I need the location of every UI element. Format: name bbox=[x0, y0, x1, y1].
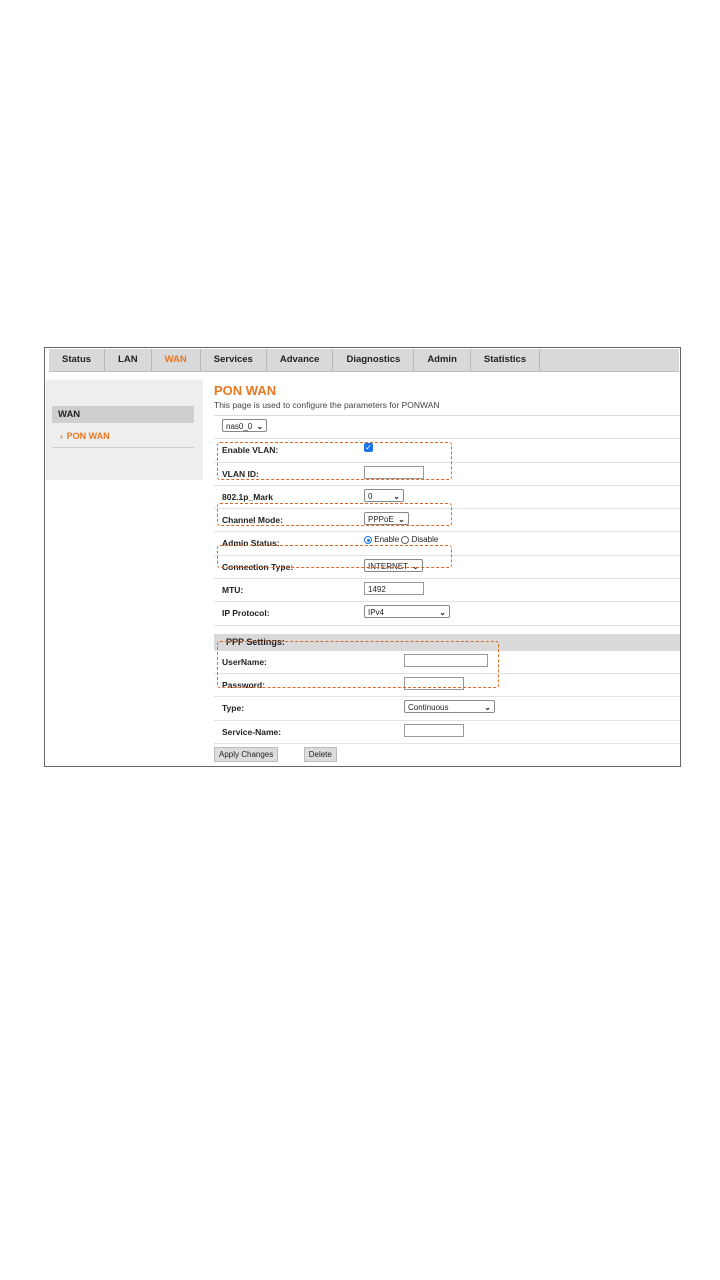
type-select[interactable]: Continuous ⌄ bbox=[404, 700, 495, 714]
service-name-row: Service-Name: bbox=[214, 721, 680, 744]
interface-row: nas0_0 ⌄ bbox=[214, 416, 680, 440]
highlight-channel-mode-box bbox=[217, 503, 452, 526]
page-title: PON WAN bbox=[214, 383, 277, 398]
highlight-connection-type-box bbox=[217, 545, 452, 568]
tab-diagnostics[interactable]: Diagnostics bbox=[333, 349, 415, 371]
admin-disable-label: Disable bbox=[411, 535, 439, 545]
sidebar: WAN › PON WAN bbox=[46, 380, 203, 480]
mark-label: 802.1p_Mark bbox=[222, 491, 274, 502]
tab-lan[interactable]: LAN bbox=[105, 349, 152, 371]
chevron-down-icon: ⌄ bbox=[393, 491, 400, 501]
type-row: Type: Continuous ⌄ bbox=[214, 697, 680, 721]
top-navigation: Status LAN WAN Services Advance Diagnost… bbox=[49, 349, 679, 372]
ip-protocol-label: IP Protocol: bbox=[222, 608, 270, 619]
chevron-down-icon: ⌄ bbox=[439, 608, 446, 618]
tab-admin[interactable]: Admin bbox=[414, 349, 471, 371]
ip-protocol-row: IP Protocol: IPv4 ⌄ bbox=[214, 602, 680, 626]
interface-select[interactable]: nas0_0 ⌄ bbox=[222, 419, 268, 432]
tab-wan[interactable]: WAN bbox=[152, 349, 201, 371]
router-config-screenshot: Status LAN WAN Services Advance Diagnost… bbox=[44, 347, 681, 767]
sidebar-divider bbox=[52, 447, 194, 448]
mtu-row: MTU: 1492 bbox=[214, 579, 680, 603]
service-name-input[interactable] bbox=[404, 723, 464, 737]
tab-services[interactable]: Services bbox=[201, 349, 267, 371]
ip-protocol-select[interactable]: IPv4 ⌄ bbox=[364, 605, 450, 619]
highlight-vlan-box bbox=[217, 442, 452, 480]
admin-enable-radio[interactable] bbox=[364, 536, 372, 545]
sidebar-item-pon-wan[interactable]: › PON WAN bbox=[60, 431, 110, 441]
chevron-right-icon: › bbox=[60, 432, 63, 441]
page-description: This page is used to configure the param… bbox=[214, 400, 440, 410]
delete-button[interactable]: Delete bbox=[303, 747, 337, 762]
main-content: PON WAN This page is used to configure t… bbox=[214, 383, 680, 762]
form-buttons: Apply Changes Delete bbox=[214, 744, 358, 762]
mtu-label: MTU: bbox=[222, 585, 244, 596]
sidebar-group-wan: WAN bbox=[52, 406, 194, 423]
chevron-down-icon: ⌄ bbox=[484, 703, 491, 713]
tab-advance[interactable]: Advance bbox=[267, 349, 334, 371]
admin-enable-label: Enable bbox=[374, 535, 400, 545]
service-name-label: Service-Name: bbox=[222, 726, 282, 737]
tab-statistics[interactable]: Statistics bbox=[471, 349, 541, 371]
type-label: Type: bbox=[222, 703, 245, 714]
mtu-input[interactable]: 1492 bbox=[364, 582, 424, 596]
highlight-ppp-credentials-box bbox=[217, 641, 499, 688]
sidebar-item-label: PON WAN bbox=[66, 431, 110, 441]
admin-disable-radio[interactable] bbox=[401, 536, 410, 545]
apply-changes-button[interactable]: Apply Changes bbox=[214, 747, 279, 762]
chevron-down-icon: ⌄ bbox=[256, 422, 264, 431]
tab-status[interactable]: Status bbox=[49, 349, 106, 371]
mark-select[interactable]: 0 ⌄ bbox=[364, 488, 404, 502]
